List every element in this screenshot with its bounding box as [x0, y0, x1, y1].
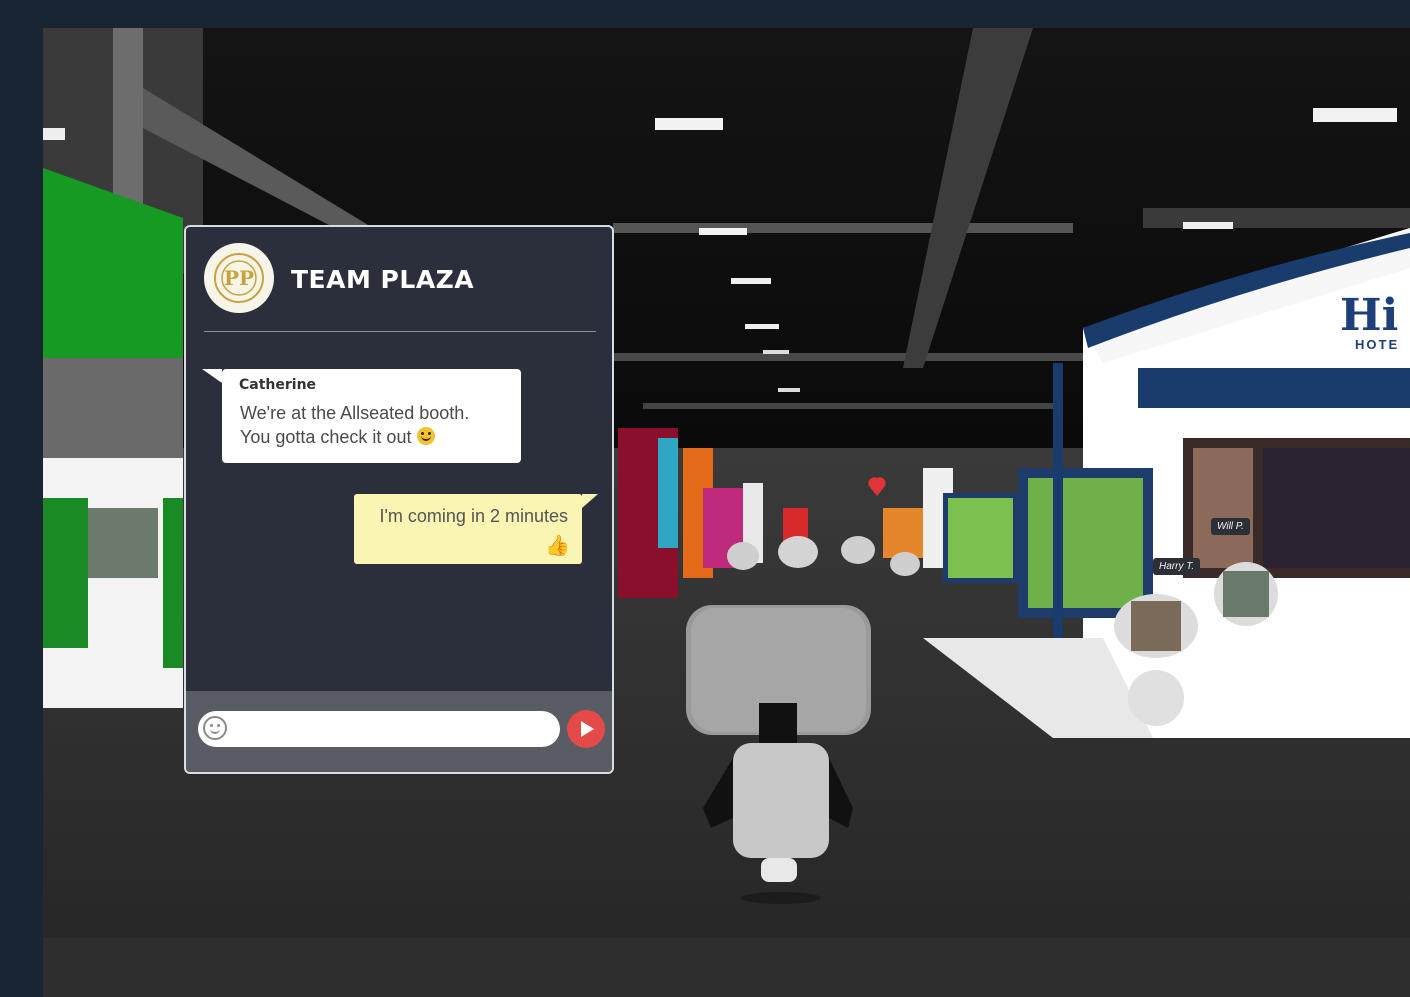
smiley-emoji-icon — [417, 427, 436, 445]
emoji-picker-icon[interactable] — [203, 716, 227, 740]
message-input-container — [198, 711, 560, 749]
chat-footer — [186, 691, 612, 772]
message-text: We're at the Allseated booth. You gotta … — [240, 403, 470, 447]
chat-header: PP TEAM PLAZA — [186, 227, 612, 333]
message-input[interactable] — [234, 711, 556, 749]
header-divider — [204, 331, 596, 332]
team-logo-icon: PP — [204, 243, 274, 313]
team-crest-icon: PP — [214, 253, 264, 303]
booth-sign: Hi — [1340, 290, 1399, 341]
send-button[interactable] — [567, 710, 605, 748]
incoming-message: Catherine We're at the Allseated booth. … — [202, 369, 521, 463]
outgoing-message: I'm coming in 2 minutes 👍 — [354, 494, 598, 564]
svg-text:PP: PP — [224, 266, 254, 290]
thumbs-up-emoji-icon: 👍 — [545, 535, 570, 557]
team-name: TEAM PLAZA — [291, 265, 475, 294]
team-chat-panel: PP TEAM PLAZA Catherine We're at the All… — [184, 225, 614, 774]
message-sender: Catherine — [239, 377, 317, 393]
avatar-name-tag[interactable]: Harry T. — [1153, 558, 1201, 575]
message-text: I'm coming in 2 minutes — [379, 506, 568, 526]
booth-sign-subtitle: HOTE — [1355, 337, 1400, 352]
avatar-name-tag[interactable]: Will P. — [1211, 518, 1250, 535]
